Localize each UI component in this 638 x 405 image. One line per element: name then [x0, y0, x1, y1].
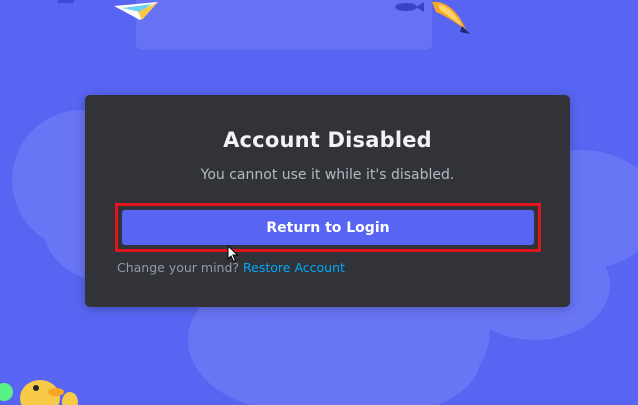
character-decoration	[0, 380, 78, 405]
highlight-outline: Return to Login	[115, 203, 541, 252]
background-cloud	[136, 0, 432, 50]
fish-decoration	[395, 2, 424, 12]
dolphin-decoration	[432, 1, 470, 34]
dialog-subtitle: You cannot use it while it's disabled.	[200, 167, 455, 183]
paper-plane-decoration	[114, 2, 158, 20]
restore-account-link[interactable]: Restore Account	[243, 260, 345, 275]
mouse-cursor-icon	[227, 245, 239, 263]
dialog-title: Account Disabled	[223, 128, 432, 152]
restore-prompt-text: Change your mind?	[117, 260, 240, 275]
return-to-login-button[interactable]: Return to Login	[122, 210, 534, 245]
small-shape-decoration	[58, 0, 74, 3]
account-disabled-dialog: Account Disabled You cannot use it while…	[85, 95, 570, 307]
